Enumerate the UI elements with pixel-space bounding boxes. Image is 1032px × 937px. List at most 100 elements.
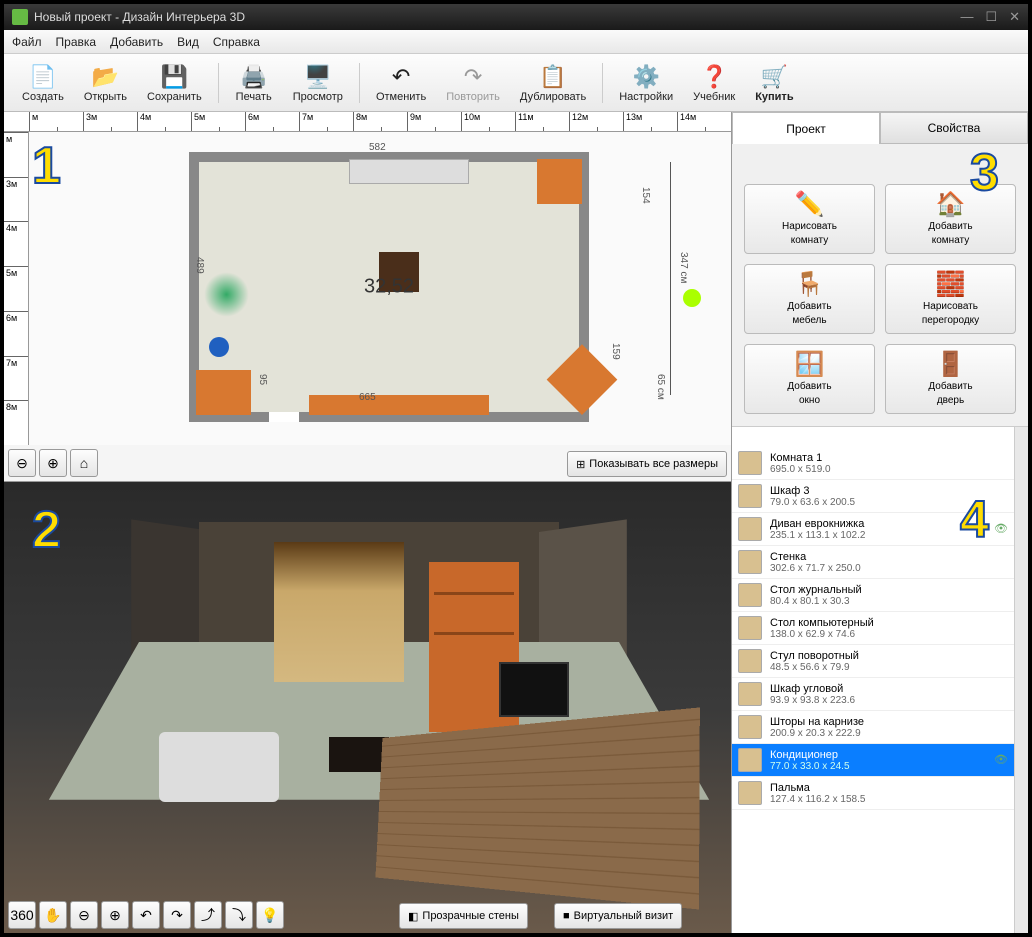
light-button[interactable]: 💡 — [256, 901, 284, 929]
close-button[interactable]: ✕ — [1009, 9, 1020, 25]
3d-zoom-out-button[interactable]: ⊖ — [70, 901, 98, 929]
visibility-icon[interactable] — [994, 588, 1008, 602]
plant-plan[interactable] — [204, 272, 249, 317]
menu-help[interactable]: Справка — [213, 35, 260, 49]
panel-комнату[interactable]: 🏠Добавитькомнату — [885, 184, 1016, 254]
object-dims: 77.0 x 33.0 x 24.5 — [770, 761, 994, 772]
transparent-walls-button[interactable]: ◧ Прозрачные стены — [399, 903, 528, 929]
tilt-up-button[interactable]: ⤴ — [194, 901, 222, 929]
home-button[interactable]: ⌂ — [70, 449, 98, 477]
list-item[interactable]: Шторы на карнизе200.9 x 20.3 x 222.9 — [732, 711, 1014, 744]
3d-zoom-in-button[interactable]: ⊕ — [101, 901, 129, 929]
list-item[interactable]: Пальма127.4 x 116.2 x 158.5 — [732, 777, 1014, 810]
plan-view[interactable]: м3м4м5м6м7м8м9м10м11м12м13м14м м3м4м5м6м… — [4, 112, 731, 482]
dim-d1: 154 — [640, 187, 651, 204]
plan-canvas[interactable]: 32,52 582 154 489 95 665 65 см 159 347 с… — [29, 132, 731, 445]
visibility-icon[interactable]: 👁 — [994, 753, 1008, 767]
visibility-icon[interactable] — [994, 720, 1008, 734]
rotate-360-button[interactable]: 360 — [8, 901, 36, 929]
3d-tv — [499, 662, 569, 717]
menu-file[interactable]: Файл — [12, 35, 42, 49]
list-item[interactable]: Кондиционер77.0 x 33.0 x 24.5👁 — [732, 744, 1014, 777]
menu-view[interactable]: Вид — [177, 35, 199, 49]
visibility-icon[interactable] — [994, 489, 1008, 503]
учебник-icon: ❓ — [698, 63, 730, 91]
zoom-in-button[interactable]: ⊕ — [39, 449, 67, 477]
list-item[interactable]: Комната 1695.0 x 519.0 — [732, 447, 1014, 480]
dim-d6: 159 — [610, 343, 621, 360]
visibility-icon[interactable] — [994, 621, 1008, 635]
3d-curtain — [274, 542, 404, 682]
tab-project[interactable]: Проект — [732, 112, 880, 144]
minimize-button[interactable]: — — [960, 9, 973, 25]
sofa-plan[interactable] — [309, 395, 489, 415]
menu-add[interactable]: Добавить — [110, 35, 163, 49]
tab-properties[interactable]: Свойства — [880, 112, 1028, 144]
сохранить-icon: 💾 — [158, 63, 190, 91]
scrollbar[interactable] — [1014, 427, 1028, 933]
dim-width: 582 — [369, 142, 386, 153]
panel-комнату[interactable]: ✏️Нарисоватькомнату — [744, 184, 875, 254]
wardrobe-corner-plan[interactable] — [537, 159, 582, 204]
desk-plan[interactable] — [196, 370, 251, 415]
visibility-icon[interactable] — [994, 786, 1008, 800]
object-name: Шкаф 3 — [770, 485, 994, 497]
visibility-icon[interactable] — [994, 654, 1008, 668]
chair-plan[interactable] — [209, 337, 229, 357]
visibility-icon[interactable] — [994, 687, 1008, 701]
visibility-icon[interactable] — [994, 555, 1008, 569]
list-item[interactable]: Стенка302.6 x 71.7 x 250.0 — [732, 546, 1014, 579]
object-thumb — [738, 484, 762, 508]
list-item[interactable]: Шкаф 379.0 x 63.6 x 200.5 — [732, 480, 1014, 513]
toolbar-купить[interactable]: 🛒Купить — [747, 61, 801, 105]
panel-дверь[interactable]: 🚪Добавитьдверь — [885, 344, 1016, 414]
повторить-icon: ↷ — [457, 63, 489, 91]
visibility-icon[interactable]: 👁 — [994, 522, 1008, 536]
toolbar-сохранить[interactable]: 💾Сохранить — [139, 61, 210, 105]
toolbar-открыть[interactable]: 📂Открыть — [76, 61, 135, 105]
rotate-right-button[interactable]: ↷ — [163, 901, 191, 929]
panel-окно[interactable]: 🪟Добавитьокно — [744, 344, 875, 414]
door-plan[interactable] — [269, 412, 299, 422]
list-item[interactable]: Стол компьютерный138.0 x 62.9 x 74.6 — [732, 612, 1014, 645]
toolbar-просмотр[interactable]: 🖥️Просмотр — [285, 61, 351, 105]
panel-мебель[interactable]: 🪑Добавитьмебель — [744, 264, 875, 334]
list-item[interactable]: Шкаф угловой93.9 x 93.8 x 223.6 — [732, 678, 1014, 711]
menu-edit[interactable]: Правка — [56, 35, 97, 49]
zoom-out-button[interactable]: ⊖ — [8, 449, 36, 477]
list-item[interactable]: Стул поворотный48.5 x 56.6 x 79.9 — [732, 645, 1014, 678]
object-dims: 695.0 x 519.0 — [770, 464, 994, 475]
3d-brick-wall — [375, 707, 699, 909]
list-item[interactable]: Диван еврокнижка235.1 x 113.1 x 102.2👁 — [732, 513, 1014, 546]
visibility-icon[interactable] — [994, 456, 1008, 470]
object-dims: 79.0 x 63.6 x 200.5 — [770, 497, 994, 508]
dim-d4: 665 — [359, 392, 376, 403]
panel-перегородку[interactable]: 🧱Нарисоватьперегородку — [885, 264, 1016, 334]
toolbar-дублировать[interactable]: 📋Дублировать — [512, 61, 594, 105]
toolbar-печать[interactable]: 🖨️Печать — [227, 61, 281, 105]
pan-button[interactable]: ✋ — [39, 901, 67, 929]
virtual-visit-button[interactable]: ■ Виртуальный визит — [554, 903, 682, 929]
rotate-left-button[interactable]: ↶ — [132, 901, 160, 929]
tvstand-plan[interactable] — [349, 159, 469, 184]
toolbar-отменить[interactable]: ↶Отменить — [368, 61, 434, 105]
object-dims: 138.0 x 62.9 x 74.6 — [770, 629, 994, 640]
toolbar: 📄Создать📂Открыть💾Сохранить 🖨️Печать🖥️Прос… — [4, 54, 1028, 112]
открыть-icon: 📂 — [89, 63, 121, 91]
tilt-down-button[interactable]: ⤵ — [225, 901, 253, 929]
object-list[interactable]: Комната 1695.0 x 519.0Шкаф 379.0 x 63.6 … — [732, 427, 1014, 933]
3d-view[interactable]: 360 ✋ ⊖ ⊕ ↶ ↷ ⤴ ⤵ 💡 ◧ Прозрачные стены ■… — [4, 482, 731, 933]
list-item[interactable]: Стол журнальный80.4 x 80.1 x 30.3 — [732, 579, 1014, 612]
toolbar-настройки[interactable]: ⚙️Настройки — [611, 61, 681, 105]
toolbar-создать[interactable]: 📄Создать — [14, 61, 72, 105]
show-dimensions-button[interactable]: ⊞ Показывать все размеры — [567, 451, 727, 477]
sun-handle[interactable] — [683, 289, 701, 307]
object-dims: 302.6 x 71.7 x 250.0 — [770, 563, 994, 574]
toolbar-повторить[interactable]: ↷Повторить — [438, 61, 508, 105]
object-name: Шторы на карнизе — [770, 716, 994, 728]
toolbar-учебник[interactable]: ❓Учебник — [685, 61, 743, 105]
plan-tools: ⊖ ⊕ ⌂ — [8, 449, 98, 477]
maximize-button[interactable]: ☐ — [985, 9, 997, 25]
room-outline[interactable]: 32,52 — [189, 152, 589, 422]
corner-desk-plan[interactable] — [547, 344, 618, 415]
